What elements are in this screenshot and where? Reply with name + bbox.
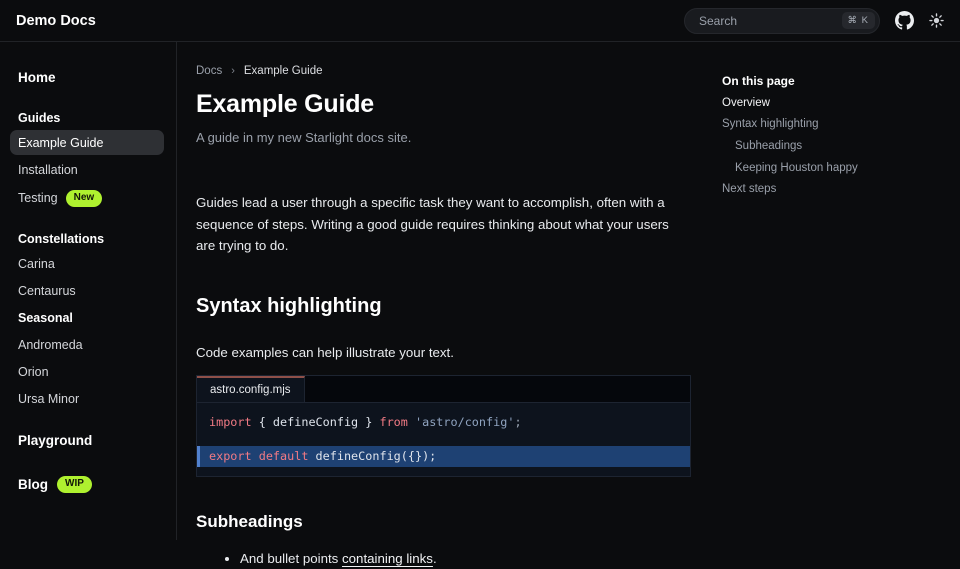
intro-paragraph: Guides lead a user through a specific ta… <box>196 192 669 257</box>
search-placeholder: Search <box>699 14 737 28</box>
toc-title: On this page <box>722 70 960 92</box>
sidebar-group-guides: Guides <box>10 105 164 130</box>
sidebar-item-label: Centaurus <box>18 284 76 298</box>
sidebar-item-label: Testing <box>18 191 58 205</box>
sidebar-item-blog[interactable]: Blog WIP <box>10 470 164 499</box>
code-block: astro.config.mjs import { defineConfig }… <box>196 375 691 477</box>
sidebar-group-constellations: Constellations <box>10 226 164 251</box>
sidebar-item-ursa-minor[interactable]: Ursa Minor <box>10 386 164 411</box>
page-title: Example Guide <box>196 90 694 119</box>
sidebar-item-playground[interactable]: Playground <box>10 427 164 454</box>
toc-item-syntax-highlighting[interactable]: Syntax highlighting <box>722 114 960 136</box>
header-actions: Search ⌘ K <box>684 8 944 34</box>
code-tab-bar: astro.config.mjs <box>197 376 690 403</box>
list-item: And bullet points containing links. <box>240 549 694 569</box>
search-shortcut-badge: ⌘ K <box>842 12 875 30</box>
search-input[interactable]: Search ⌘ K <box>684 8 880 34</box>
syntax-paragraph: Code examples can help illustrate your t… <box>196 345 694 360</box>
toc-item-overview[interactable]: Overview <box>722 92 960 114</box>
sidebar-item-label: Seasonal <box>18 311 73 325</box>
breadcrumb-current: Example Guide <box>244 65 323 77</box>
sidebar-item-example-guide[interactable]: Example Guide <box>10 130 164 155</box>
sidebar-item-orion[interactable]: Orion <box>10 359 164 384</box>
sidebar-item-label: Andromeda <box>18 338 83 352</box>
sidebar-item-installation[interactable]: Installation <box>10 157 164 182</box>
theme-toggle-icon[interactable] <box>929 13 944 28</box>
sidebar-item-label: Ursa Minor <box>18 392 79 406</box>
new-badge: New <box>66 190 103 207</box>
chevron-right-icon: › <box>231 65 235 77</box>
code-body[interactable]: import { defineConfig } from 'astro/conf… <box>197 403 690 476</box>
sidebar-item-andromeda[interactable]: Andromeda <box>10 332 164 357</box>
code-line-3-highlighted: export default defineConfig({}); <box>197 446 690 467</box>
heading-syntax-highlighting: Syntax highlighting <box>196 295 694 318</box>
sidebar-item-label: Example Guide <box>18 136 103 150</box>
site-header: Demo Docs Search ⌘ K <box>0 0 960 42</box>
sidebar-item-label: Carina <box>18 257 55 271</box>
sidebar-item-home[interactable]: Home <box>10 64 164 91</box>
bullet-list: And bullet points containing links. <box>196 549 694 569</box>
heading-subheadings: Subheadings <box>196 512 694 532</box>
wip-badge: WIP <box>57 476 92 493</box>
code-tab-astro-config[interactable]: astro.config.mjs <box>197 376 305 402</box>
sidebar-item-label: Blog <box>18 477 48 492</box>
site-title[interactable]: Demo Docs <box>16 13 96 29</box>
sidebar-item-carina[interactable]: Carina <box>10 251 164 276</box>
sidebar-subgroup-seasonal[interactable]: Seasonal <box>10 305 164 330</box>
toc-item-next-steps[interactable]: Next steps <box>722 178 960 200</box>
toc-item-keeping-houston-happy[interactable]: Keeping Houston happy <box>722 157 960 179</box>
sidebar-item-testing[interactable]: Testing New <box>10 184 164 212</box>
page-subtitle: A guide in my new Starlight docs site. <box>196 130 694 145</box>
code-line-1: import { defineConfig } from 'astro/conf… <box>197 413 690 431</box>
containing-links-link[interactable]: containing links <box>342 551 433 566</box>
sidebar-item-label: Orion <box>18 365 49 379</box>
sidebar-item-label: Installation <box>18 163 78 177</box>
code-line-2 <box>197 431 690 446</box>
article-content: Docs › Example Guide Example Guide A gui… <box>177 42 722 540</box>
sidebar-item-centaurus[interactable]: Centaurus <box>10 278 164 303</box>
breadcrumb-docs[interactable]: Docs <box>196 65 222 77</box>
toc-item-subheadings[interactable]: Subheadings <box>722 135 960 157</box>
table-of-contents: On this page Overview Syntax highlightin… <box>722 42 960 540</box>
sidebar-nav: Home Guides Example Guide Installation T… <box>0 42 177 540</box>
github-icon[interactable] <box>895 11 914 30</box>
breadcrumb: Docs › Example Guide <box>196 65 694 77</box>
